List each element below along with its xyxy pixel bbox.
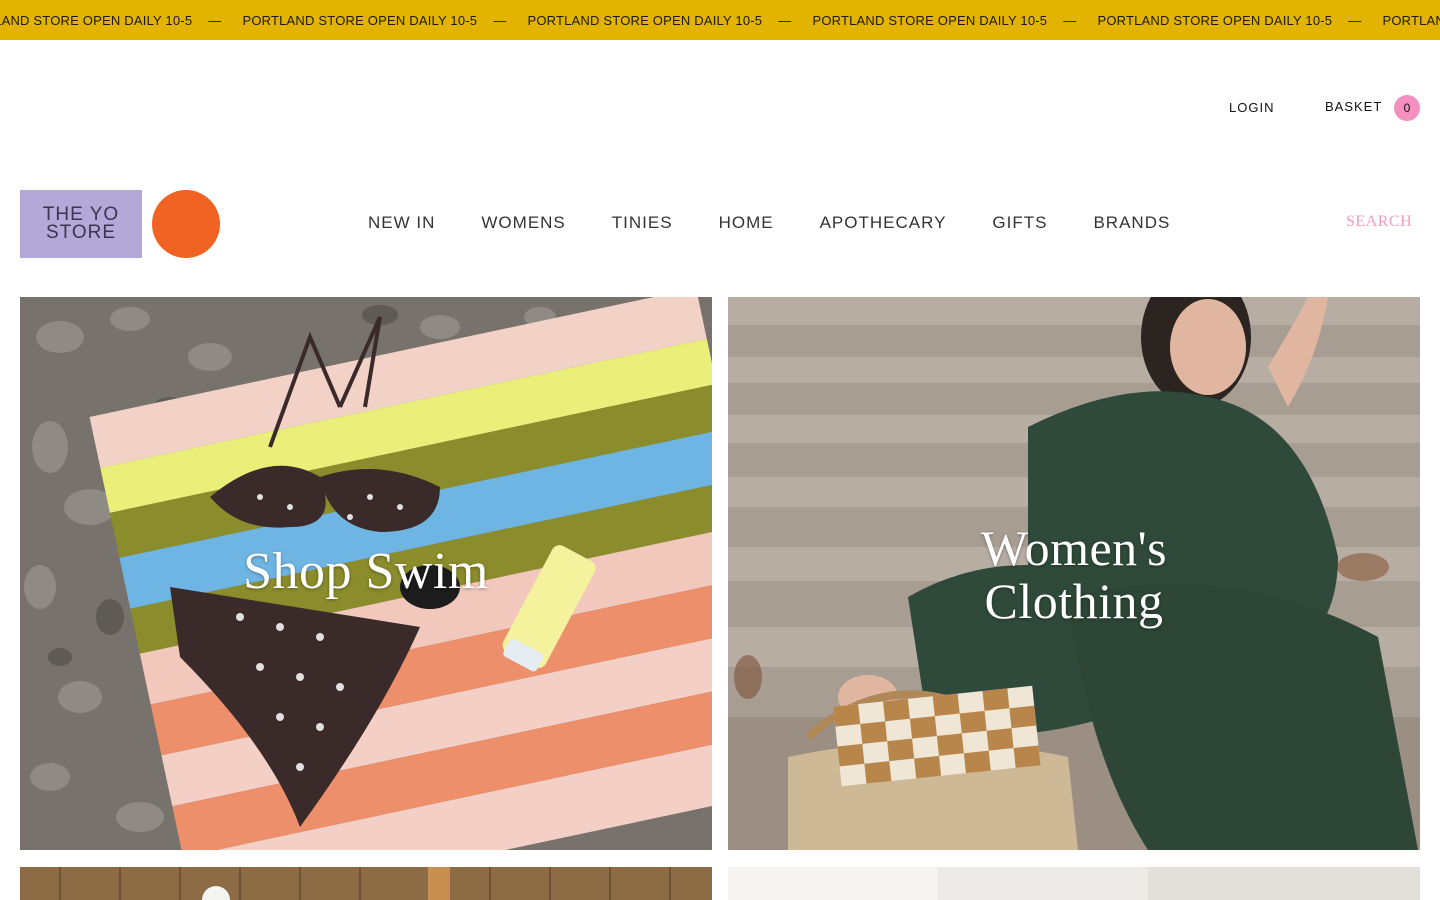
next-tile-right[interactable] — [728, 867, 1420, 900]
announcement-text: PORTLAND STORE OPEN DAILY 10 — [1382, 12, 1440, 28]
shop-swim-tile[interactable]: Shop Swim — [20, 297, 712, 850]
nav-item-brands[interactable]: BRANDS — [1093, 213, 1170, 233]
announcement-separator: — — [1063, 12, 1077, 28]
basket-link[interactable]: BASKET — [1325, 99, 1382, 114]
womens-clothing-caption: Women's Clothing — [728, 522, 1420, 628]
announcement-separator: — — [493, 12, 507, 28]
light-interior-photo — [728, 867, 1420, 900]
store-logo[interactable]: THE YO STORE — [20, 190, 142, 258]
nav-item-home[interactable]: HOME — [719, 213, 774, 233]
womens-caption-line-1: Women's — [980, 520, 1168, 576]
logo-circle-mark — [152, 190, 220, 258]
announcement-separator: — — [208, 12, 222, 28]
logo-line-2: STORE — [45, 222, 117, 243]
basket-count-badge[interactable]: 0 — [1394, 95, 1420, 121]
next-tile-left[interactable] — [20, 867, 712, 900]
nav-item-womens[interactable]: WOMENS — [481, 213, 565, 233]
announcement-separator: — — [1348, 12, 1362, 28]
womens-clothing-tile[interactable]: Women's Clothing — [728, 297, 1420, 850]
main-nav: NEW IN WOMENS TINIES HOME APOTHECARY GIF… — [368, 213, 1170, 233]
nav-item-apothecary[interactable]: APOTHECARY — [820, 213, 947, 233]
announcement-text: PORTLAND STORE OPEN DAILY 10-5 — [242, 12, 478, 28]
nav-item-tinies[interactable]: TINIES — [612, 213, 673, 233]
announcement-bar: TLAND STORE OPEN DAILY 10-5 — PORTLAND S… — [0, 0, 1440, 40]
announcement-text: PORTLAND STORE OPEN DAILY 10-5 — [812, 12, 1048, 28]
search-link[interactable]: SEARCH — [1346, 213, 1412, 231]
womens-caption-line-2: Clothing — [984, 573, 1164, 629]
announcement-separator: — — [778, 12, 792, 28]
announcement-text: PORTLAND STORE OPEN DAILY 10-5 — [527, 12, 763, 28]
announcement-text: PORTLAND STORE OPEN DAILY 10-5 — [1097, 12, 1333, 28]
wood-fence-photo — [20, 867, 712, 900]
shop-swim-caption: Shop Swim — [243, 543, 489, 600]
nav-item-gifts[interactable]: GIFTS — [992, 213, 1047, 233]
announcement-text: TLAND STORE OPEN DAILY 10-5 — [0, 12, 193, 28]
nav-item-new-in[interactable]: NEW IN — [368, 213, 435, 233]
login-link[interactable]: LOGIN — [1229, 100, 1274, 115]
announcement-track: TLAND STORE OPEN DAILY 10-5 — PORTLAND S… — [0, 0, 1440, 40]
